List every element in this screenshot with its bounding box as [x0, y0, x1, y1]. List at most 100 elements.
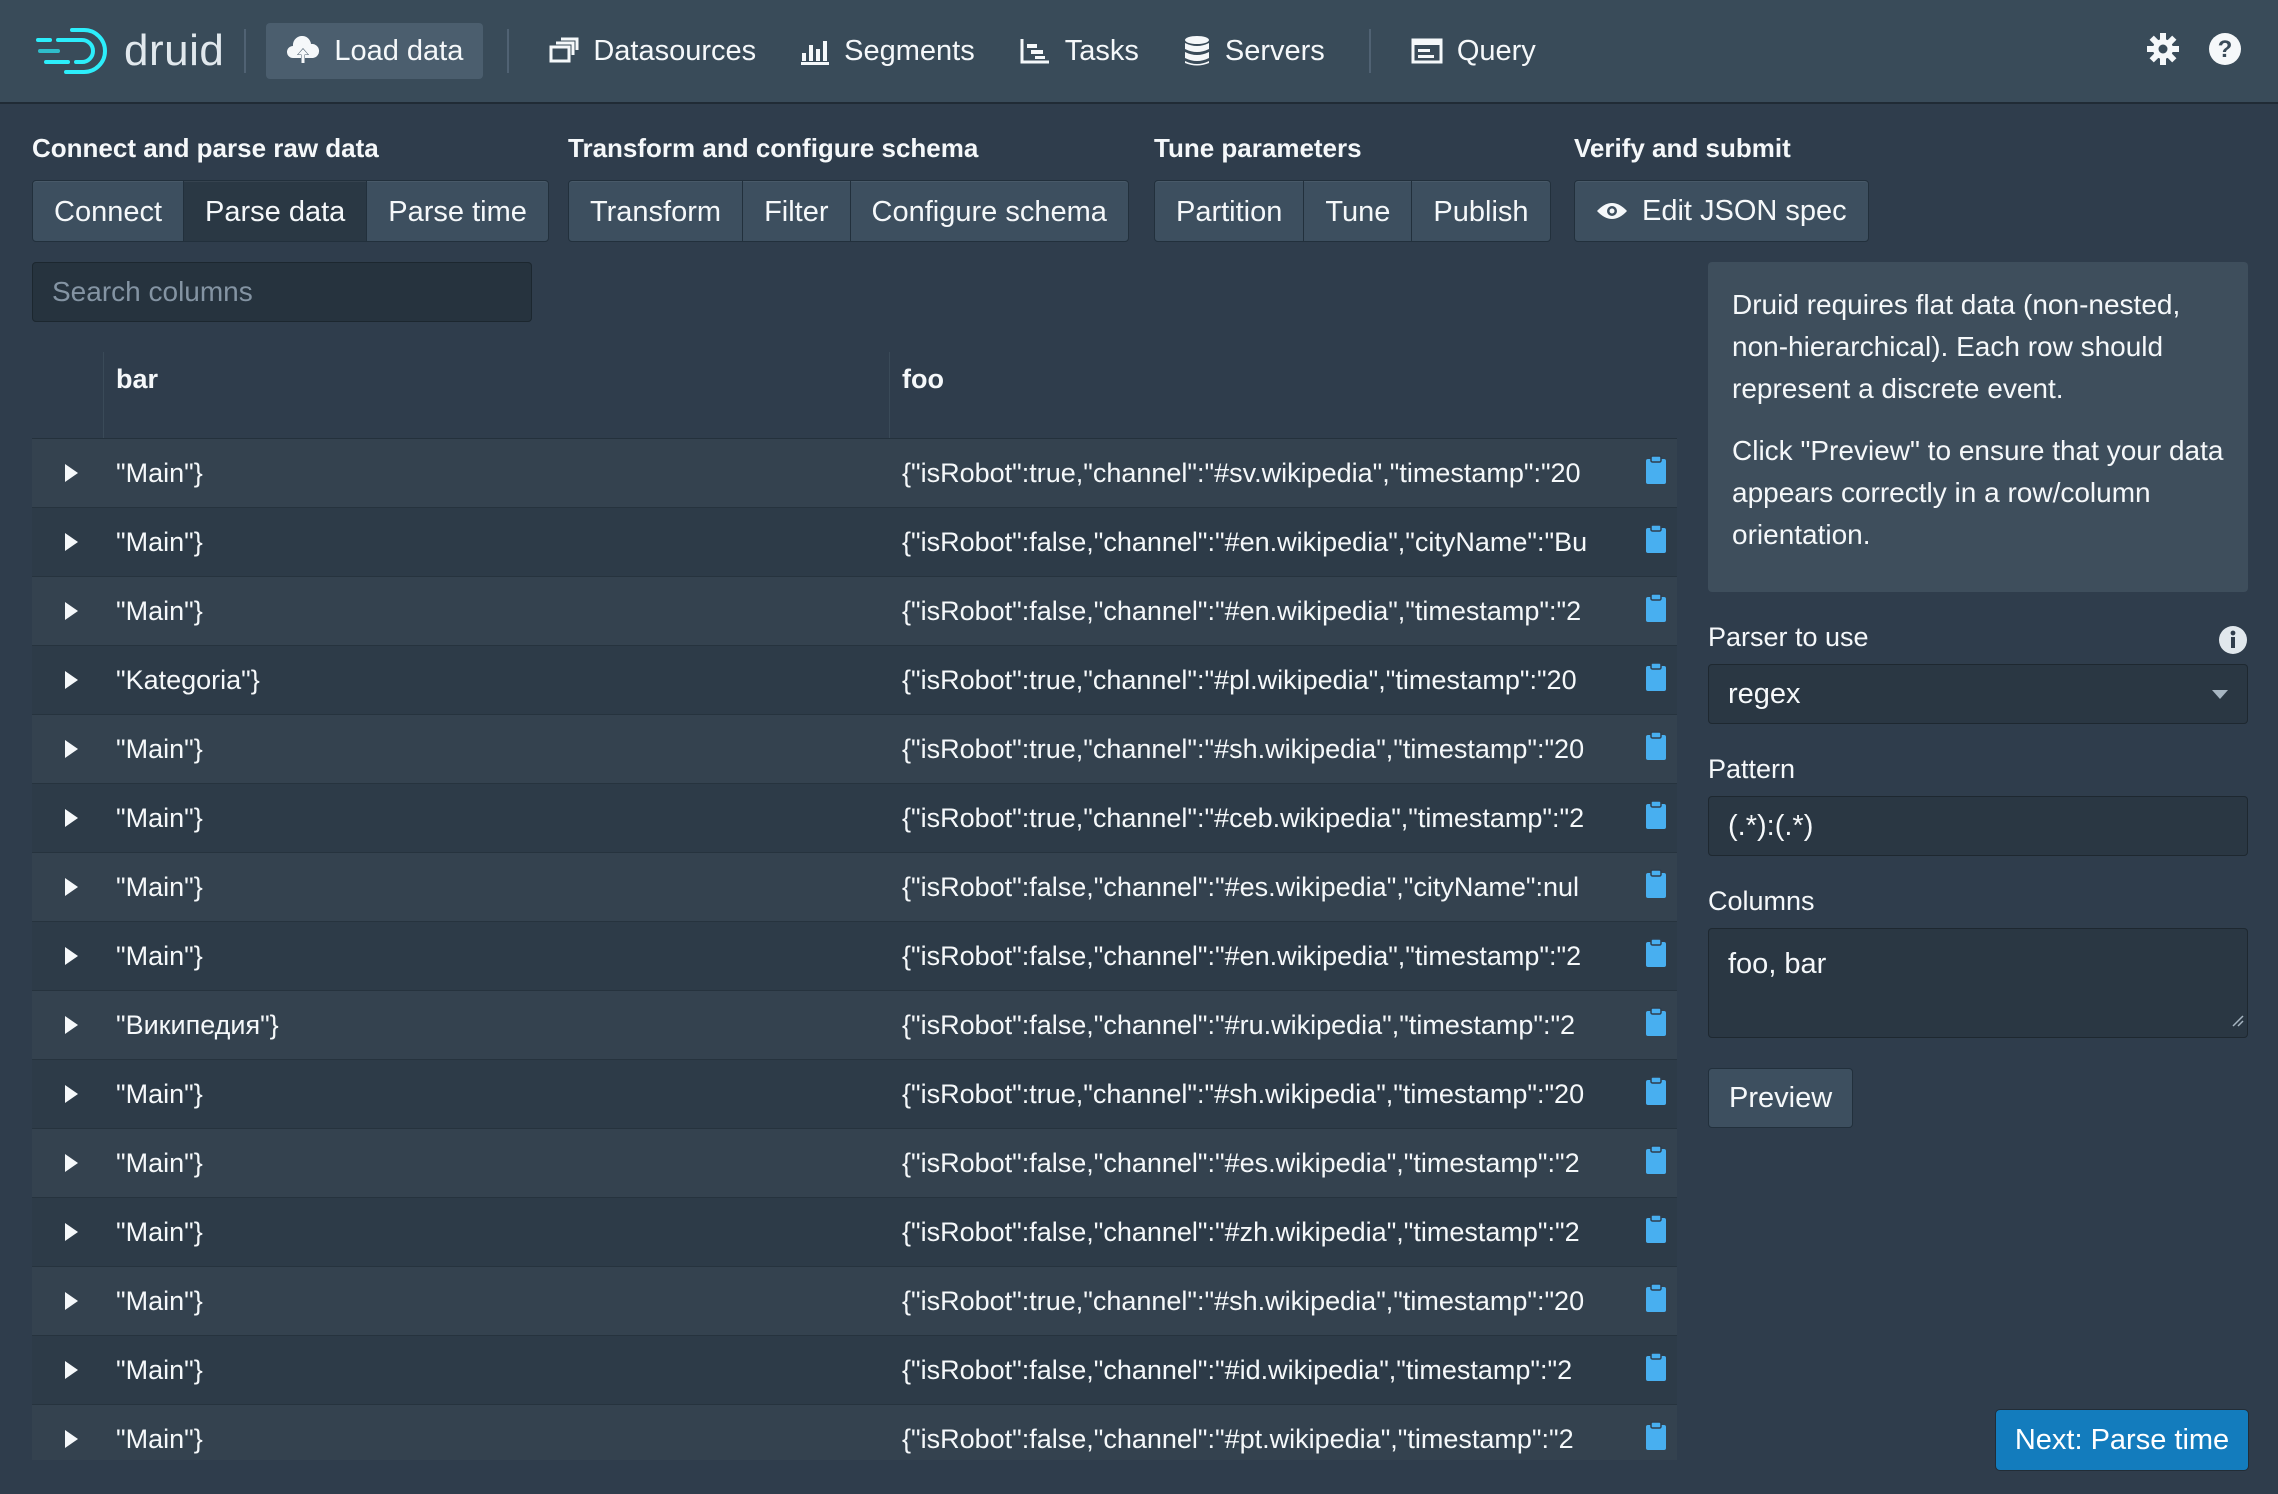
row-expander[interactable] — [32, 671, 104, 689]
step-connect-button[interactable]: Connect — [32, 180, 185, 242]
nav-load-data[interactable]: Load data — [266, 23, 484, 79]
step-transform-button[interactable]: Transform — [568, 180, 744, 242]
table-row[interactable]: "Kategoria"} {"isRobot":true,"channel":"#… — [32, 646, 1677, 715]
step-group-connect-parse: Connect and parse raw data Connect Parse… — [32, 132, 549, 242]
column-header-foo[interactable]: foo — [890, 352, 1677, 438]
cell-foo-text: {"isRobot":false,"channel":"#en.wikipedi… — [902, 526, 1588, 557]
row-expander[interactable] — [32, 464, 104, 482]
clipboard-icon[interactable] — [1645, 1420, 1667, 1458]
step-parse-time-button[interactable]: Parse time — [366, 180, 549, 242]
table-row[interactable]: "Main"} {"isRobot":false,"channel":"#pt.w… — [32, 1405, 1677, 1460]
clipboard-icon[interactable] — [1645, 868, 1667, 906]
clipboard-icon[interactable] — [1645, 661, 1667, 699]
cell-foo-text: {"isRobot":false,"channel":"#es.wikipedi… — [902, 1147, 1580, 1178]
parser-select-value: regex — [1728, 678, 1801, 710]
step-tune-button[interactable]: Tune — [1303, 180, 1413, 242]
cell-foo-text: {"isRobot":true,"channel":"#sh.wikipedia… — [902, 1285, 1585, 1316]
table-row[interactable]: "Main"} {"isRobot":true,"channel":"#sv.wi… — [32, 439, 1677, 508]
row-expander[interactable] — [32, 1292, 104, 1310]
caret-right-icon — [64, 533, 78, 551]
table-row[interactable]: "Main"} {"isRobot":false,"channel":"#es.w… — [32, 853, 1677, 922]
clipboard-icon[interactable] — [1645, 1075, 1667, 1113]
step-configure-schema-button[interactable]: Configure schema — [849, 180, 1129, 242]
caret-right-icon — [64, 809, 78, 827]
clipboard-icon[interactable] — [1645, 1006, 1667, 1044]
next-parse-time-button[interactable]: Next: Parse time — [1996, 1410, 2248, 1470]
clipboard-icon[interactable] — [1645, 937, 1667, 975]
row-expander[interactable] — [32, 533, 104, 551]
columns-textarea[interactable]: foo, bar — [1708, 928, 2248, 1038]
clipboard-icon[interactable] — [1645, 1351, 1667, 1389]
row-expander[interactable] — [32, 1361, 104, 1379]
help-icon[interactable]: ? — [2208, 32, 2242, 71]
clipboard-icon[interactable] — [1645, 1282, 1667, 1320]
table-row[interactable]: "Main"} {"isRobot":true,"channel":"#sh.wi… — [32, 715, 1677, 784]
datasources-icon — [549, 37, 579, 65]
row-expander[interactable] — [32, 1016, 104, 1034]
step-button-group: Edit JSON spec — [1574, 180, 1869, 242]
gear-icon[interactable] — [2146, 32, 2180, 71]
clipboard-icon[interactable] — [1645, 730, 1667, 768]
cell-foo: {"isRobot":true,"channel":"#sv.wikipedia… — [890, 454, 1677, 492]
table-row[interactable]: "Main"} {"isRobot":false,"channel":"#id.w… — [32, 1336, 1677, 1405]
info-icon[interactable] — [2218, 625, 2248, 660]
clipboard-icon[interactable] — [1645, 523, 1667, 561]
table-header: bar foo — [32, 352, 1677, 439]
search-columns-input[interactable] — [32, 262, 532, 322]
clipboard-icon[interactable] — [1645, 592, 1667, 630]
row-expander[interactable] — [32, 1430, 104, 1448]
nav-servers[interactable]: Servers — [1163, 23, 1345, 79]
nav-query-label: Query — [1456, 34, 1536, 67]
nav-tasks[interactable]: Tasks — [999, 23, 1159, 79]
table-row[interactable]: "Википедия"} {"isRobot":false,"channel":"… — [32, 991, 1677, 1060]
row-expander[interactable] — [32, 878, 104, 896]
nav-datasources[interactable]: Datasources — [529, 23, 776, 79]
table-row[interactable]: "Main"} {"isRobot":true,"channel":"#sh.wi… — [32, 1267, 1677, 1336]
row-expander[interactable] — [32, 740, 104, 758]
nav-segments[interactable]: Segments — [780, 23, 995, 79]
step-publish-button[interactable]: Publish — [1411, 180, 1551, 242]
nav-query[interactable]: Query — [1391, 23, 1556, 79]
parser-select[interactable]: regex — [1708, 664, 2248, 724]
step-parse-data-button[interactable]: Parse data — [183, 180, 368, 242]
cell-foo-text: {"isRobot":true,"channel":"#pl.wikipedia… — [902, 664, 1577, 695]
column-header-bar[interactable]: bar — [104, 352, 890, 438]
row-expander[interactable] — [32, 602, 104, 620]
table-row[interactable]: "Main"} {"isRobot":false,"channel":"#en.w… — [32, 508, 1677, 577]
clipboard-icon[interactable] — [1645, 799, 1667, 837]
row-expander[interactable] — [32, 1154, 104, 1172]
table-row[interactable]: "Main"} {"isRobot":true,"channel":"#sh.wi… — [32, 1060, 1677, 1129]
cell-foo-text: {"isRobot":true,"channel":"#sv.wikipedia… — [902, 457, 1581, 488]
step-partition-button[interactable]: Partition — [1154, 180, 1305, 242]
cell-bar: "Main"} — [116, 457, 203, 488]
caret-right-icon — [64, 947, 78, 965]
row-expander[interactable] — [32, 947, 104, 965]
cell-bar: "Main"} — [116, 871, 203, 902]
cell-foo: {"isRobot":true,"channel":"#sh.wikipedia… — [890, 730, 1677, 768]
clipboard-icon[interactable] — [1645, 454, 1667, 492]
table-row[interactable]: "Main"} {"isRobot":false,"channel":"#en.w… — [32, 922, 1677, 991]
row-expander[interactable] — [32, 809, 104, 827]
table-row[interactable]: "Main"} {"isRobot":false,"channel":"#en.w… — [32, 577, 1677, 646]
step-group-title: Verify and submit — [1574, 133, 1791, 163]
table-row[interactable]: "Main"} {"isRobot":false,"channel":"#es.w… — [32, 1129, 1677, 1198]
pattern-input-value: (.*):(.*) — [1728, 810, 1814, 842]
step-filter-button[interactable]: Filter — [742, 180, 851, 242]
table-row[interactable]: "Main"} {"isRobot":false,"channel":"#zh.w… — [32, 1198, 1677, 1267]
preview-table: bar foo "Main"} {"isRobot":true,"channel"… — [32, 352, 1677, 1460]
cell-foo-text: {"isRobot":false,"channel":"#pt.wikipedi… — [902, 1423, 1574, 1454]
step-edit-json-spec-button[interactable]: Edit JSON spec — [1574, 180, 1869, 242]
table-body: "Main"} {"isRobot":true,"channel":"#sv.wi… — [32, 439, 1677, 1460]
cell-foo: {"isRobot":true,"channel":"#sh.wikipedia… — [890, 1282, 1677, 1320]
nav-servers-label: Servers — [1224, 34, 1325, 67]
pattern-input[interactable]: (.*):(.*) — [1708, 796, 2248, 856]
row-expander[interactable] — [32, 1085, 104, 1103]
table-row[interactable]: "Main"} {"isRobot":true,"channel":"#ceb.w… — [32, 784, 1677, 853]
druid-logo[interactable]: druid — [36, 0, 224, 102]
resize-handle-icon[interactable] — [2230, 1002, 2244, 1034]
clipboard-icon[interactable] — [1645, 1144, 1667, 1182]
clipboard-icon[interactable] — [1645, 1213, 1667, 1251]
preview-button[interactable]: Preview — [1708, 1068, 1854, 1128]
info-paragraph: Click "Preview" to ensure that your data… — [1732, 435, 2224, 550]
row-expander[interactable] — [32, 1223, 104, 1241]
